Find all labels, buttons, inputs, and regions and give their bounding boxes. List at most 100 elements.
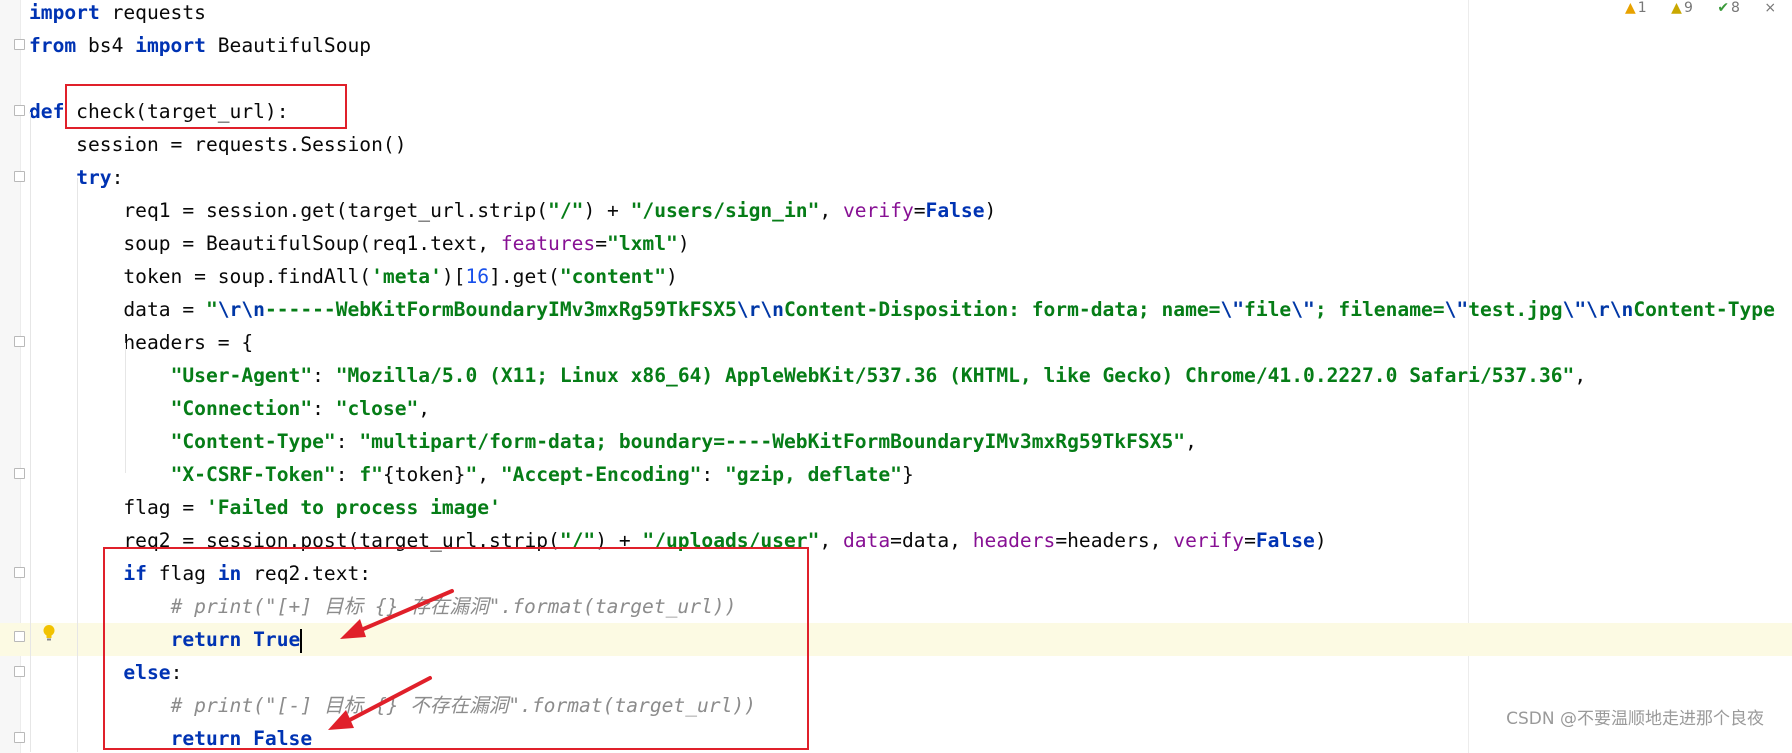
fold-marker-icon[interactable] bbox=[14, 567, 25, 578]
code-text[interactable]: headers = { bbox=[29, 326, 253, 359]
code-token: headers bbox=[972, 529, 1056, 552]
indent-guide bbox=[77, 178, 78, 752]
code-token: : bbox=[312, 397, 336, 420]
annotation-box-return-logic bbox=[103, 547, 809, 750]
code-text[interactable]: "Connection": "close", bbox=[29, 392, 431, 425]
code-token: , bbox=[1574, 364, 1587, 387]
indent-guide bbox=[125, 343, 126, 473]
code-line[interactable]: import requests bbox=[0, 0, 1792, 29]
code-token: import bbox=[135, 34, 206, 57]
annotation-arrow-icon bbox=[340, 589, 454, 639]
fold-marker-icon[interactable] bbox=[14, 732, 25, 743]
code-token: : bbox=[312, 364, 336, 387]
code-token: : bbox=[701, 463, 726, 486]
code-line[interactable]: "Connection": "close", bbox=[0, 392, 1792, 425]
code-line[interactable]: "Content-Type": "multipart/form-data; bo… bbox=[0, 425, 1792, 458]
warning-count: 1 bbox=[1637, 0, 1647, 16]
code-line[interactable]: "X-CSRF-Token": f"{token}", "Accept-Enco… bbox=[0, 458, 1792, 491]
code-token: Content-Type bbox=[1633, 298, 1775, 321]
code-token: import bbox=[29, 1, 100, 24]
code-text[interactable]: token = soup.findAll('meta')[16].get("co… bbox=[29, 260, 677, 293]
fold-marker-icon[interactable] bbox=[14, 336, 25, 347]
code-text[interactable]: session = requests.Session() bbox=[29, 128, 406, 161]
code-token: BeautifulSoup bbox=[205, 34, 372, 57]
code-text[interactable]: import requests bbox=[29, 0, 206, 29]
code-token: \r\n bbox=[217, 298, 265, 321]
code-line[interactable]: session = requests.Session() bbox=[0, 128, 1792, 161]
code-token: "gzip, deflate" bbox=[725, 463, 902, 486]
watermark: CSDN @不要温顺地走进那个良夜 bbox=[1506, 709, 1764, 729]
code-token: Content-Disposition: form-data; name= bbox=[783, 298, 1221, 321]
code-line[interactable]: data = "\r\n------WebKitFormBoundaryIMv3… bbox=[0, 293, 1792, 326]
fold-marker-icon[interactable] bbox=[14, 666, 25, 677]
code-token: = bbox=[595, 232, 608, 255]
code-token: ].get( bbox=[489, 265, 560, 288]
code-token: from bbox=[29, 34, 77, 57]
code-token: "Mozilla/5.0 (X11; Linux x86_64) AppleWe… bbox=[335, 364, 1575, 387]
code-text[interactable]: "X-CSRF-Token": f"{token}", "Accept-Enco… bbox=[29, 458, 914, 491]
code-token: ------WebKitFormBoundaryIMv3mxRg59TkFSX5 bbox=[264, 298, 737, 321]
code-token: token = soup.findAll( bbox=[29, 265, 372, 288]
code-token: \r\n bbox=[736, 298, 784, 321]
code-line[interactable]: req1 = session.get(target_url.strip("/")… bbox=[0, 194, 1792, 227]
code-line[interactable]: headers = { bbox=[0, 326, 1792, 359]
weak-warning-icon[interactable]: ▲ 9 bbox=[1671, 0, 1703, 16]
code-token: , bbox=[418, 397, 431, 420]
code-text[interactable]: "Content-Type": "multipart/form-data; bo… bbox=[29, 425, 1197, 458]
code-token: " bbox=[205, 298, 218, 321]
fold-marker-icon[interactable] bbox=[14, 39, 25, 50]
code-token: , bbox=[819, 529, 843, 552]
code-line[interactable]: from bs4 import BeautifulSoup bbox=[0, 29, 1792, 62]
code-line[interactable]: try: bbox=[0, 161, 1792, 194]
code-token: "Connection" bbox=[170, 397, 313, 420]
code-token: "close" bbox=[335, 397, 419, 420]
code-token: data bbox=[842, 529, 891, 552]
indent-guide bbox=[30, 112, 31, 752]
fold-marker-icon[interactable] bbox=[14, 631, 25, 642]
annotation-box-function-name bbox=[65, 84, 347, 129]
close-icon[interactable]: × bbox=[1764, 0, 1776, 16]
code-text[interactable]: data = "\r\n------WebKitFormBoundaryIMv3… bbox=[29, 293, 1775, 326]
code-token: flag = bbox=[29, 496, 206, 519]
code-token: 16 bbox=[465, 265, 490, 288]
code-token: ) + bbox=[583, 199, 631, 222]
code-editor[interactable]: import requests from bs4 import Beautiful… bbox=[0, 0, 1792, 753]
warning-icon[interactable]: ▲ 1 bbox=[1625, 0, 1657, 16]
code-token: : bbox=[335, 463, 360, 486]
annotation-arrow-icon bbox=[328, 676, 432, 730]
code-token: headers = { bbox=[29, 331, 254, 354]
code-text[interactable]: from bs4 import BeautifulSoup bbox=[29, 29, 371, 62]
code-token: soup = BeautifulSoup(req1.text, bbox=[29, 232, 501, 255]
code-token: "multipart/form-data; boundary=----WebKi… bbox=[359, 430, 1186, 453]
code-text[interactable]: flag = 'Failed to process image' bbox=[29, 491, 501, 524]
lightbulb-icon[interactable] bbox=[42, 624, 56, 642]
code-token: \" bbox=[1220, 298, 1245, 321]
code-token: "lxml" bbox=[607, 232, 678, 255]
fold-marker-icon[interactable] bbox=[14, 468, 25, 479]
code-token: "/" bbox=[548, 199, 584, 222]
code-token: requests bbox=[99, 1, 206, 24]
fold-marker-icon[interactable] bbox=[14, 171, 25, 182]
code-line[interactable]: token = soup.findAll('meta')[16].get("co… bbox=[0, 260, 1792, 293]
code-token: : bbox=[111, 166, 124, 189]
code-line[interactable]: soup = BeautifulSoup(req1.text, features… bbox=[0, 227, 1792, 260]
code-text[interactable]: soup = BeautifulSoup(req1.text, features… bbox=[29, 227, 689, 260]
typo-check-icon[interactable]: ✔ 8 bbox=[1717, 0, 1750, 16]
code-token: data = bbox=[29, 298, 206, 321]
code-token: f" bbox=[359, 463, 383, 486]
code-token: = bbox=[913, 199, 926, 222]
code-token: "Accept-Encoding" bbox=[500, 463, 702, 486]
code-line[interactable]: "User-Agent": "Mozilla/5.0 (X11; Linux x… bbox=[0, 359, 1792, 392]
fold-marker-icon[interactable] bbox=[14, 105, 25, 116]
code-token: )[ bbox=[441, 265, 466, 288]
weak-warning-count: 9 bbox=[1683, 0, 1693, 16]
code-text[interactable]: "User-Agent": "Mozilla/5.0 (X11; Linux x… bbox=[29, 359, 1587, 392]
inspection-status-bar[interactable]: ▲ 1 ▲ 9 ✔ 8 × bbox=[1625, 0, 1786, 16]
code-token: req1 = session.get(target_url.strip( bbox=[29, 199, 549, 222]
code-line[interactable]: flag = 'Failed to process image' bbox=[0, 491, 1792, 524]
code-text[interactable]: req1 = session.get(target_url.strip("/")… bbox=[29, 194, 996, 227]
code-token: \"\r\n bbox=[1562, 298, 1634, 321]
code-token: = bbox=[1244, 529, 1256, 552]
